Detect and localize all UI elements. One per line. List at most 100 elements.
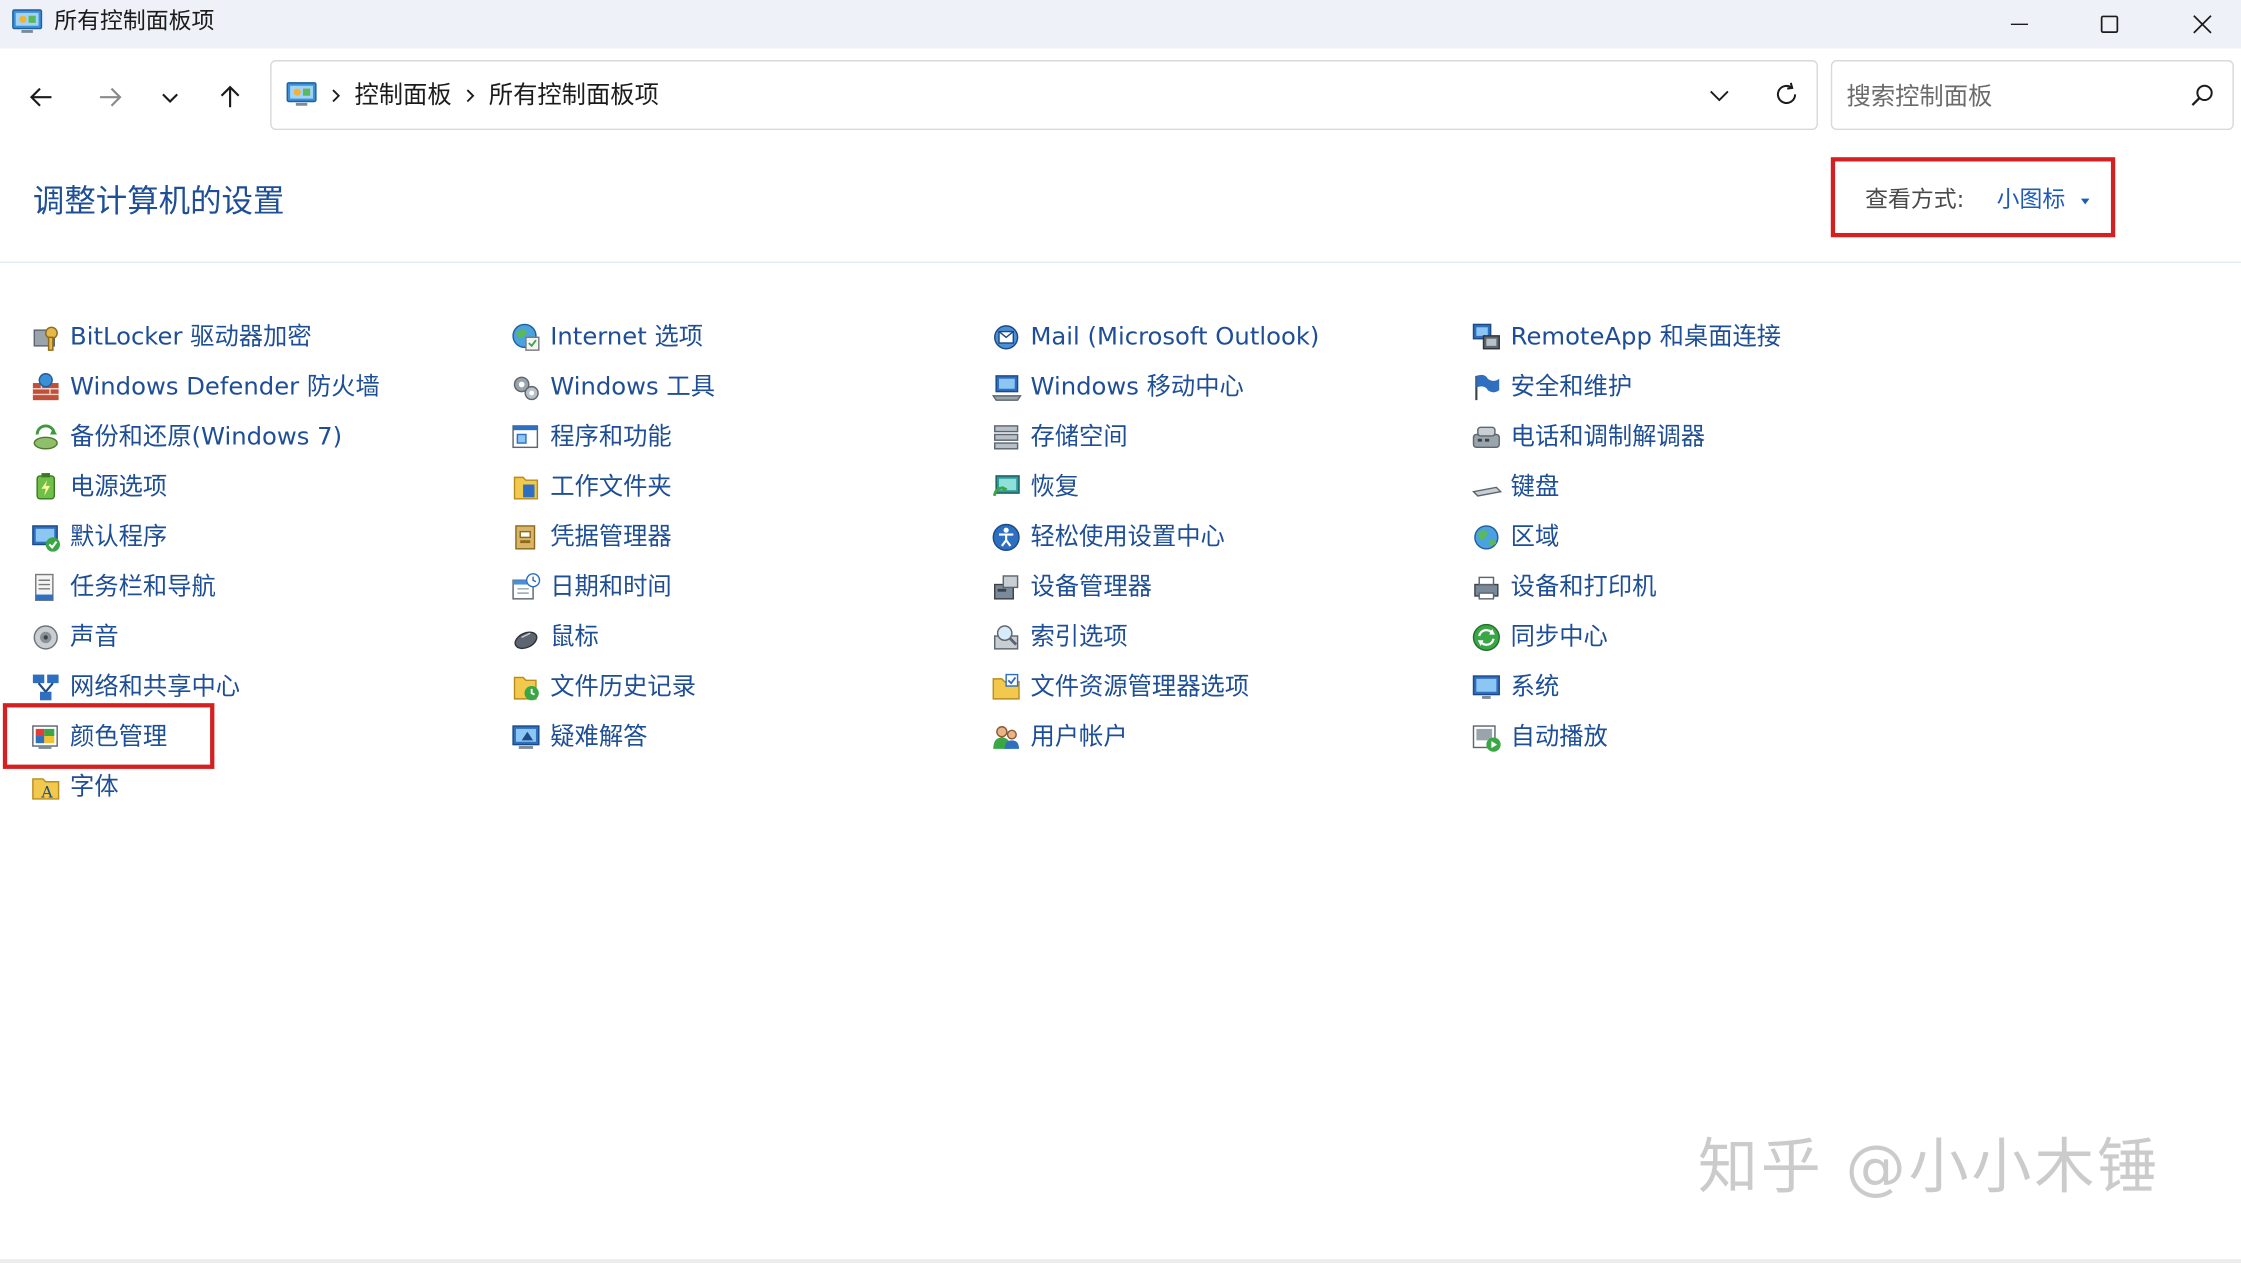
item-color-management[interactable]: 颜色管理	[30, 719, 167, 756]
search-icon[interactable]	[2188, 81, 2217, 110]
keyboard-icon	[1472, 486, 1503, 497]
item-windows-defender-firewall[interactable]: Windows Defender 防火墙	[30, 369, 380, 406]
internet-options-icon	[512, 323, 540, 351]
item-sync-center[interactable]: 同步中心	[1471, 619, 1608, 656]
item-mouse[interactable]: 鼠标	[510, 619, 599, 656]
item-devices-printers[interactable]: 设备和打印机	[1471, 569, 1656, 606]
item-phone-modem[interactable]: 电话和调制解调器	[1471, 419, 1705, 456]
item-file-explorer-options[interactable]: 文件资源管理器选项	[990, 669, 1249, 706]
datetime-icon	[512, 573, 541, 600]
item-file-history[interactable]: 文件历史记录	[510, 669, 696, 706]
item-sound[interactable]: 声音	[30, 619, 119, 656]
item-device-manager[interactable]: 设备管理器	[990, 569, 1152, 606]
security-flag-icon	[1475, 374, 1500, 401]
search-input[interactable]	[1843, 78, 2179, 116]
folder-options-icon	[992, 673, 1020, 700]
item-internet-options[interactable]: Internet 选项	[510, 319, 703, 356]
close-icon	[2193, 15, 2212, 34]
chevron-down-icon	[162, 93, 178, 103]
item-credential-manager[interactable]: 凭据管理器	[510, 519, 672, 556]
navigation-bar: 控制面板 所有控制面板项	[0, 48, 2241, 143]
minimize-button[interactable]	[1987, 0, 2053, 49]
control-panel-window: 所有控制面板项 控制面板 所有控制面板项 搜索控制面板 调整计算机的设置 查看方…	[0, 0, 2241, 1263]
item-label: 系统	[1510, 673, 1560, 702]
item-date-time[interactable]: 日期和时间	[510, 569, 672, 606]
item-label: 安全和维护	[1510, 373, 1633, 402]
item-network-sharing-center[interactable]: 网络和共享中心	[30, 669, 240, 706]
caret-down-icon[interactable]	[2080, 198, 2090, 205]
user-accounts-icon	[993, 726, 1020, 749]
item-label: BitLocker 驱动器加密	[70, 322, 312, 352]
control-panel-app-icon	[12, 9, 43, 33]
address-bar[interactable]: 控制面板 所有控制面板项	[270, 60, 1818, 131]
troubleshoot-icon	[512, 725, 540, 749]
breadcrumb-separator-icon	[466, 89, 475, 103]
item-troubleshooting[interactable]: 疑难解答	[510, 719, 647, 756]
item-recovery[interactable]: 恢复	[990, 469, 1079, 506]
item-indexing-options[interactable]: 索引选项	[990, 619, 1128, 656]
title-bar: 所有控制面板项	[0, 0, 2241, 49]
control-panel-address-icon	[286, 82, 317, 106]
item-label: 日期和时间	[550, 573, 672, 602]
programs-icon	[512, 425, 539, 449]
item-backup-restore[interactable]: 备份和还原(Windows 7)	[30, 419, 342, 456]
item-label: 凭据管理器	[550, 523, 672, 552]
search-box[interactable]	[1830, 60, 2234, 131]
address-dropdown-icon[interactable]	[1706, 83, 1732, 109]
credential-icon	[515, 525, 536, 550]
item-fonts[interactable]: A 字体	[30, 769, 119, 806]
item-storage-spaces[interactable]: 存储空间	[990, 419, 1128, 456]
recent-locations-button[interactable]	[147, 74, 193, 120]
forward-button[interactable]	[87, 74, 133, 120]
item-label: 任务栏和导航	[70, 573, 216, 602]
item-label: 轻松使用设置中心	[1030, 523, 1225, 552]
item-label: 工作文件夹	[550, 473, 672, 502]
file-history-icon	[513, 676, 539, 701]
page-heading: 调整计算机的设置	[32, 184, 285, 221]
item-label: 声音	[70, 623, 119, 652]
arrow-left-icon	[29, 87, 52, 107]
item-label: 字体	[70, 773, 119, 802]
item-mail-outlook[interactable]: Mail (Microsoft Outlook)	[990, 319, 1319, 356]
breadcrumb-control-panel[interactable]: 控制面板	[354, 80, 451, 111]
item-label: Windows Defender 防火墙	[70, 373, 380, 402]
item-label: 设备管理器	[1030, 573, 1152, 602]
item-security-maintenance[interactable]: 安全和维护	[1471, 369, 1632, 406]
svg-text:A: A	[40, 782, 53, 801]
item-ease-of-access[interactable]: 轻松使用设置中心	[990, 519, 1225, 556]
item-autoplay[interactable]: 自动播放	[1471, 719, 1608, 756]
item-label: 备份和还原(Windows 7)	[70, 423, 343, 452]
item-region[interactable]: 区域	[1471, 519, 1559, 556]
device-manager-icon	[994, 575, 1019, 600]
region-icon	[1474, 525, 1499, 550]
item-bitlocker[interactable]: BitLocker 驱动器加密	[30, 319, 312, 356]
breadcrumb-all-items[interactable]: 所有控制面板项	[489, 80, 659, 111]
item-programs-features[interactable]: 程序和功能	[510, 419, 672, 456]
item-label: 文件历史记录	[550, 673, 697, 702]
item-power-options[interactable]: 电源选项	[30, 469, 167, 506]
arrow-right-icon	[100, 87, 122, 107]
power-icon	[36, 473, 56, 500]
up-button[interactable]	[207, 74, 253, 120]
item-default-programs[interactable]: 默认程序	[30, 519, 167, 556]
refresh-icon[interactable]	[1772, 80, 1801, 109]
item-windows-mobility-center[interactable]: Windows 移动中心	[990, 369, 1244, 406]
back-button[interactable]	[19, 74, 65, 120]
maximize-button[interactable]	[2077, 0, 2143, 49]
view-by-dropdown[interactable]: 小图标	[1997, 186, 2066, 215]
item-system[interactable]: 系统	[1471, 669, 1560, 706]
network-icon	[32, 674, 59, 701]
item-windows-tools[interactable]: Windows 工具	[510, 369, 715, 406]
item-user-accounts[interactable]: 用户帐户	[990, 719, 1128, 756]
close-button[interactable]	[2170, 0, 2236, 49]
view-by-highlight-box: 查看方式: 小图标	[1830, 157, 2116, 238]
item-keyboard[interactable]: 键盘	[1471, 469, 1560, 506]
fonts-icon: A	[32, 778, 60, 801]
item-remoteapp[interactable]: RemoteApp 和桌面连接	[1471, 319, 1781, 356]
item-label: 键盘	[1510, 473, 1560, 502]
item-work-folders[interactable]: 工作文件夹	[510, 469, 672, 506]
system-icon	[1472, 675, 1500, 699]
item-label: 文件资源管理器选项	[1030, 673, 1250, 702]
sound-icon	[33, 625, 58, 650]
item-taskbar-navigation[interactable]: 任务栏和导航	[30, 569, 216, 606]
